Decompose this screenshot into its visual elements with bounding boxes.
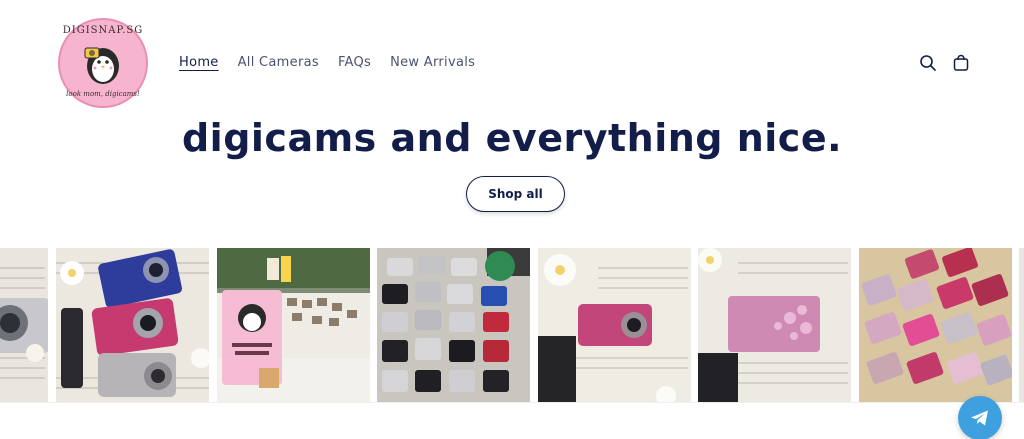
- cart-icon: [953, 54, 969, 71]
- market-stall-sign-photo: [217, 248, 370, 402]
- logo-text-bottom: look mom, digicams!: [66, 90, 140, 98]
- telegram-icon: [971, 410, 988, 426]
- gallery-tile-sony-cameras[interactable]: [56, 248, 209, 402]
- camera-collection-grid-photo: [377, 248, 530, 402]
- main-nav: Home All Cameras FAQs New Arrivals: [179, 54, 475, 74]
- nav-faqs[interactable]: FAQs: [338, 54, 371, 74]
- pink-floral-camera-photo: [698, 248, 851, 402]
- gallery-tile-camera-collection[interactable]: [377, 248, 530, 402]
- next-camera-photo: [1019, 248, 1024, 402]
- blue-pink-silver-sony-cameras-photo: [56, 248, 209, 402]
- nav-new-arrivals[interactable]: New Arrivals: [390, 54, 475, 74]
- nav-home[interactable]: Home: [179, 54, 219, 74]
- gallery-tile-pink-camera[interactable]: [538, 248, 691, 402]
- gallery-tile-market-stall[interactable]: [217, 248, 370, 402]
- search-button[interactable]: [917, 52, 939, 74]
- hero-heading: digicams and everything nice.: [0, 110, 1024, 162]
- pink-camera-on-book-photo: [538, 248, 691, 402]
- logo-text-top: DIGISNAP.SG: [62, 25, 144, 36]
- brand-logo[interactable]: DIGISNAP.SG look mom, digicams!: [58, 18, 148, 108]
- gallery-tile-silver-camera[interactable]: [0, 248, 48, 402]
- nav-all-cameras[interactable]: All Cameras: [238, 54, 319, 74]
- section-divider: [0, 402, 1024, 403]
- gallery-tile-next[interactable]: [1019, 248, 1024, 402]
- gallery-tile-floral-camera[interactable]: [698, 248, 851, 402]
- penguin-mascot-icon: [84, 47, 119, 84]
- gallery-tile-pink-cameras-grid[interactable]: [859, 248, 1012, 402]
- search-icon: [920, 55, 936, 71]
- pink-cameras-grid-photo: [859, 248, 1012, 402]
- site-header: DIGISNAP.SG look mom, digicams! Home All…: [0, 0, 1024, 125]
- silver-camera-photo: [0, 248, 48, 402]
- shop-all-button[interactable]: Shop all: [466, 176, 565, 212]
- image-gallery: [0, 248, 1024, 402]
- cart-button[interactable]: [950, 52, 972, 74]
- telegram-chat-button[interactable]: [958, 396, 1002, 439]
- hero-heading-text: digicams and everything nice.: [181, 116, 843, 160]
